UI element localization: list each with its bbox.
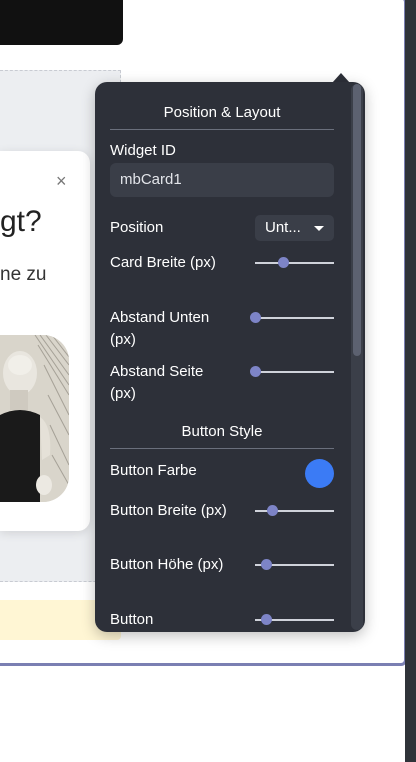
panel-scrollbar[interactable] [351,84,363,630]
button-width-slider[interactable] [255,505,334,516]
card-heading: gt? [0,205,42,238]
button-extra-label: Button [110,611,154,628]
top-toolbar-bar [0,0,123,45]
button-color-label: Button Farbe [110,462,197,479]
section-divider [110,448,334,449]
card-width-slider[interactable] [255,257,334,268]
card-close-icon[interactable]: × [56,171,67,192]
slider-knob[interactable] [250,312,261,323]
offset-bottom-slider[interactable] [250,312,334,323]
position-select-value: Unt... [265,219,301,236]
slider-track [255,371,334,373]
button-height-slider[interactable] [255,559,334,570]
button-width-label: Button Breite (px) [110,502,227,519]
preview-card[interactable]: × gt? ne zu [0,151,90,531]
offset-bottom-label: Abstand Unten (px) [110,309,210,348]
offset-side-label: Abstand Seite (px) [110,363,204,402]
button-height-label: Button Höhe (px) [110,556,224,573]
widget-id-input[interactable]: mbCard1 [110,163,334,197]
slider-knob[interactable] [267,505,279,516]
position-label: Position [110,219,164,236]
card-photo [0,335,69,502]
window-edge-strip [405,0,416,762]
slider-track [255,262,334,264]
slider-track [255,317,334,319]
section-divider [110,129,334,130]
slider-knob[interactable] [261,614,273,625]
section-title-button: Button Style [181,423,263,440]
button-extra-slider[interactable] [255,614,334,625]
settings-panel: Position & Layout Widget ID mbCard1 Posi… [95,82,365,632]
slider-knob[interactable] [250,366,261,377]
card-subtitle: ne zu [0,264,47,285]
slider-knob[interactable] [261,559,273,570]
widget-id-label: Widget ID [110,142,176,159]
button-color-picker[interactable] [305,459,334,488]
chevron-down-icon [314,226,324,231]
scrollbar-thumb[interactable] [353,84,361,356]
offset-side-slider[interactable] [250,366,334,377]
slider-knob[interactable] [277,257,289,268]
section-title-layout: Position & Layout [163,104,281,121]
card-width-label: Card Breite (px) [110,254,216,271]
position-select[interactable]: Unt... [255,215,334,241]
